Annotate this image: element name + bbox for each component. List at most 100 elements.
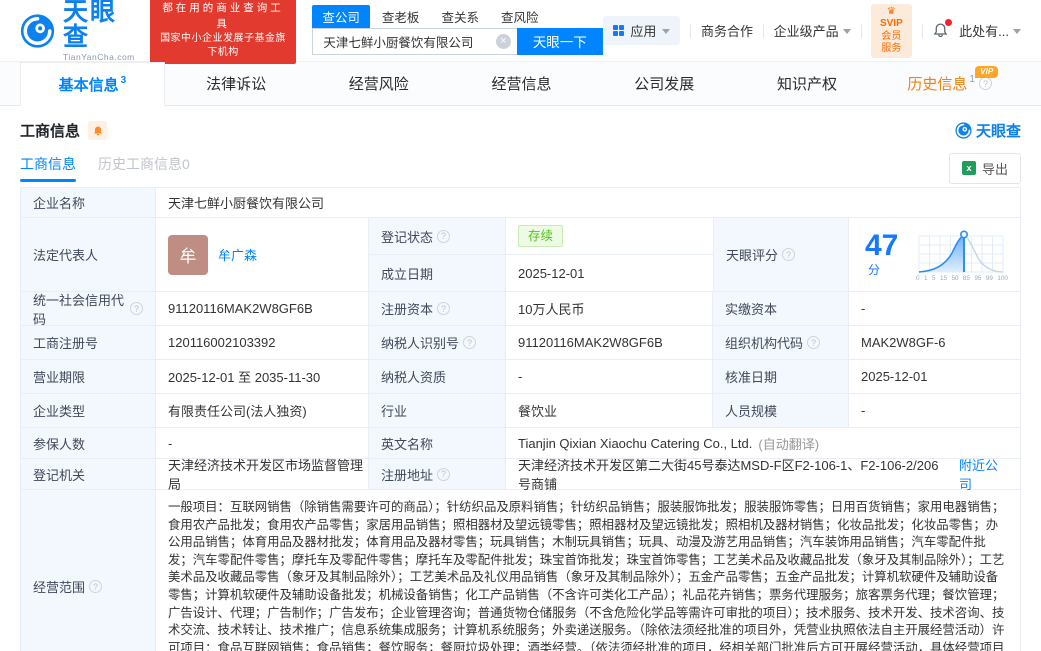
section-title: 工商信息 [20, 123, 81, 140]
logo-icon [20, 13, 55, 48]
notification-dot [945, 19, 953, 26]
legal-rep-link[interactable]: 牟广森 [218, 245, 257, 264]
establish-date-label: 成立日期 [369, 255, 506, 291]
tab-label: 知识产权 [776, 76, 837, 93]
insured-label: 参保人数 [21, 428, 156, 458]
tianyancha-logo[interactable]: 天眼查 TianYanCha.com [20, 0, 138, 62]
vip-badge: VIP [975, 66, 999, 78]
divider [921, 23, 923, 38]
help-icon[interactable] [437, 302, 451, 315]
reg-capital-value: 10万人民币 [506, 292, 713, 325]
table-row: 统一社会信用代码 91120116MAK2W8GF6B 注册资本 10万人民币 … [21, 292, 1020, 327]
nearby-companies-link[interactable]: 附近公司 [959, 455, 1008, 493]
table-row: 企业名称 天津七鲜小厨餐饮有限公司 [21, 188, 1020, 218]
reg-number-label: 工商注册号 [21, 326, 156, 359]
english-name-value: Tianjin Qixian Xiaochu Catering Co., Ltd… [518, 435, 753, 451]
taxpayer-id-value: 91120116MAK2W8GF6B [506, 326, 713, 359]
search-input[interactable] [312, 27, 517, 55]
axis-tick: 100 [997, 274, 1008, 282]
reg-address-value: 天津经济技术开发区第二大街45号泰达MSD-F区F2-106-1、F2-106-… [518, 458, 939, 492]
tab-label: 法律诉讼 [206, 76, 267, 93]
chevron-down-icon [1013, 29, 1021, 34]
tab-历史信息[interactable]: 历史信息1VIP [878, 62, 1021, 105]
industry-label: 行业 [369, 394, 506, 427]
tianyancha-watermark: 天眼查 [955, 120, 1021, 141]
status-badge: 存续 [518, 225, 564, 247]
axis-tick: 1 [923, 274, 928, 282]
svip-member-badge[interactable]: ♛ SVIP 会员服务 [871, 3, 912, 58]
table-row: 经营范围 一般项目：互联网销售（除销售需要许可的商品）；针纺织品及原料销售；针纺… [21, 490, 1020, 651]
table-row: 企业类型 有限责任公司(法人独资) 行业 餐饮业 人员规模 - [21, 394, 1020, 428]
tab-经营风险[interactable]: 经营风险 [307, 62, 450, 105]
legal-rep-label: 法定代表人 [21, 218, 156, 291]
company-tab-bar: 基本信息3 法律诉讼 经营风险 经营信息 公司发展 知识产权 历史信息1VIP [0, 62, 1041, 106]
help-icon[interactable] [978, 77, 992, 90]
nav-more-label: 此处有... [959, 24, 1009, 39]
business-term-value: 2025-12-01 至 2035-11-30 [156, 360, 369, 393]
search-tabs: 查公司 查老板 查关系 查风险 [312, 4, 602, 28]
brand-domain: TianYanCha.com [63, 51, 135, 62]
taxpayer-qualification-label: 纳税人资质 [369, 360, 506, 393]
subtab-business-info[interactable]: 工商信息 [20, 154, 76, 182]
brand-name: 天眼查 [63, 0, 118, 51]
svip-sublabel: 会员服务 [881, 30, 902, 55]
export-label: 导出 [981, 161, 1008, 177]
help-icon[interactable] [437, 467, 451, 481]
help-icon[interactable] [437, 229, 451, 243]
search-button[interactable]: 天眼一下 [516, 27, 603, 55]
table-row: 工商注册号 120116002103392 纳税人识别号 91120116MAK… [21, 326, 1020, 360]
subtab-history-info[interactable]: 历史工商信息0 [98, 154, 190, 182]
nav-enterprise[interactable]: 企业级产品 [774, 21, 851, 40]
reg-status-cell: 存续 [506, 218, 713, 254]
search-tab-company[interactable]: 查公司 [312, 4, 370, 28]
tab-基本信息[interactable]: 基本信息 3 [20, 62, 165, 106]
score-label: 天眼评分 [713, 218, 849, 291]
reg-number-value: 120116002103392 [156, 326, 369, 359]
help-icon[interactable] [807, 336, 821, 349]
tab-知识产权[interactable]: 知识产权 [736, 62, 879, 105]
english-name-label: 英文名称 [369, 428, 506, 458]
table-row: 营业期限 2025-12-01 至 2035-11-30 纳税人资质 - 核准日… [21, 360, 1020, 394]
help-icon[interactable] [130, 302, 143, 315]
english-name-cell: Tianjin Qixian Xiaochu Catering Co., Ltd… [506, 428, 1020, 458]
apps-label: 应用 [630, 24, 657, 39]
nav-more[interactable]: 此处有... [959, 21, 1021, 40]
business-info-table: 企业名称 天津七鲜小厨餐饮有限公司 法定代表人 牟 牟广森 登记状态 存续 [20, 187, 1021, 651]
help-icon[interactable] [89, 580, 103, 594]
tab-经营信息[interactable]: 经营信息 [450, 62, 593, 105]
help-icon[interactable] [463, 336, 477, 349]
search-tab-relation[interactable]: 查关系 [431, 5, 489, 28]
tab-公司发展[interactable]: 公司发展 [593, 62, 736, 105]
nav-cooperation[interactable]: 商务合作 [701, 21, 753, 40]
taxpayer-qualification-value: - [506, 360, 713, 393]
reg-address-cell: 天津经济技术开发区第二大街45号泰达MSD-F区F2-106-1、F2-106-… [506, 458, 1020, 492]
tab-label: 历史信息 [907, 76, 968, 93]
paid-capital-label: 实缴资本 [713, 292, 849, 325]
brand-slogan: 都在用的商业查询工具 国家中小企业发展子基金旗下机构 [149, 0, 297, 65]
tab-法律诉讼[interactable]: 法律诉讼 [165, 62, 308, 105]
axis-tick: 85 [962, 274, 970, 282]
excel-icon: x [961, 161, 976, 175]
search-tab-risk[interactable]: 查风险 [491, 5, 549, 28]
score-distribution-chart[interactable]: 0 1 5 15 50 85 95 99 100 [916, 228, 1008, 282]
notification-bell-icon[interactable] [932, 19, 953, 39]
avatar[interactable]: 牟 [168, 234, 208, 275]
apps-menu[interactable]: 应用 [602, 16, 681, 45]
slogan-line1: 都在用的商业查询工具 [162, 1, 284, 30]
legal-rep-cell: 牟 牟广森 [156, 218, 369, 291]
table-row: 登记机关 天津经济技术开发区市场监督管理局 注册地址 天津经济技术开发区第二大街… [21, 458, 1020, 492]
reg-status-label: 登记状态 [369, 218, 506, 254]
approval-date-label: 核准日期 [713, 360, 849, 393]
org-code-value: MAK2W8GF-6 [861, 335, 946, 350]
divider [690, 23, 691, 38]
search-tab-boss[interactable]: 查老板 [372, 5, 430, 28]
org-code-label: 组织机构代码 [713, 326, 849, 359]
tab-label: 公司发展 [634, 76, 695, 93]
table-row: 法定代表人 牟 牟广森 登记状态 存续 成立日期 2025-12-01 [21, 218, 1020, 292]
score-cell: 47分 0 1 5 15 50 85 95 99 100 [849, 218, 1020, 291]
help-icon[interactable] [782, 248, 796, 261]
alert-bell-icon[interactable] [88, 121, 108, 140]
business-scope-label: 经营范围 [21, 490, 156, 651]
export-button[interactable]: x 导出 [948, 152, 1021, 184]
nav-enterprise-label: 企业级产品 [773, 24, 839, 39]
